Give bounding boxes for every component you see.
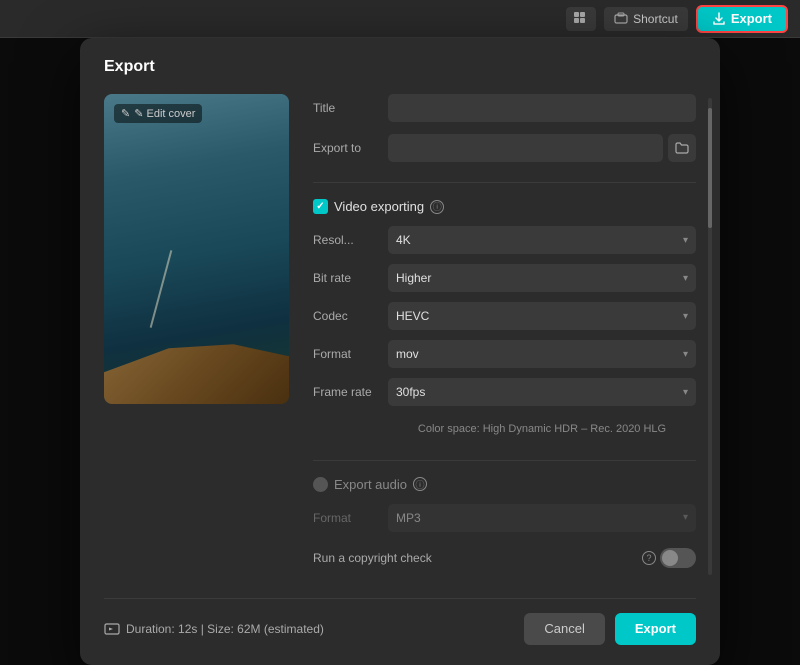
- audio-info-icon[interactable]: ⓘ: [413, 477, 427, 491]
- framerate-label: Frame rate: [313, 385, 388, 399]
- audio-format-label: Format: [313, 511, 388, 525]
- codec-label: Codec: [313, 309, 388, 323]
- dialog-body: ✎ ✎ Edit cover Title Export to: [104, 94, 696, 577]
- scroll-thumb[interactable]: [708, 108, 712, 228]
- format-select[interactable]: mov ▾: [388, 340, 696, 368]
- copyright-toggle-thumb: [662, 550, 678, 566]
- format-label: Format: [313, 347, 388, 361]
- bitrate-chevron: ▾: [683, 273, 688, 284]
- duration-info: Duration: 12s | Size: 62M (estimated): [104, 622, 324, 636]
- topbar: Shortcut Export: [0, 0, 800, 38]
- footer-buttons: Cancel Export: [524, 613, 696, 645]
- cover-section: ✎ ✎ Edit cover: [104, 94, 289, 577]
- copyright-toggle-area: ?: [642, 548, 696, 568]
- video-export-checkbox[interactable]: [313, 199, 328, 214]
- fishing-line: [149, 250, 172, 328]
- framerate-select[interactable]: 30fps ▾: [388, 378, 696, 406]
- shortcut-button[interactable]: Shortcut: [604, 7, 688, 31]
- edit-cover-label: ✎ Edit cover: [134, 107, 195, 120]
- divider-1: [313, 182, 696, 183]
- copyright-label: Run a copyright check: [313, 551, 642, 565]
- framerate-row: Frame rate 30fps ▾: [313, 378, 696, 406]
- framerate-value: 30fps: [396, 385, 425, 399]
- bitrate-label: Bit rate: [313, 271, 388, 285]
- codec-row: Codec HEVC ▾: [313, 302, 696, 330]
- export-path-input[interactable]: [388, 134, 663, 162]
- title-label: Title: [313, 101, 388, 115]
- boat: [104, 324, 289, 404]
- codec-value: HEVC: [396, 309, 429, 323]
- folder-browse-button[interactable]: [668, 134, 696, 162]
- format-chevron: ▾: [683, 349, 688, 360]
- copyright-toggle[interactable]: [660, 548, 696, 568]
- grid-button[interactable]: [566, 7, 596, 31]
- audio-format-row: Format MP3 ▾: [313, 504, 696, 532]
- resolution-chevron: ▾: [683, 235, 688, 246]
- dialog-overlay: Export ✎ ✎ Edit cover: [0, 38, 800, 665]
- cover-preview: ✎ ✎ Edit cover: [104, 94, 289, 404]
- topbar-export-label: Export: [731, 11, 772, 26]
- form-section: Title Export to: [313, 94, 696, 577]
- framerate-chevron: ▾: [683, 387, 688, 398]
- audio-section-title: Export audio: [334, 477, 407, 492]
- export-to-row: Export to: [313, 134, 696, 162]
- export-to-field: [388, 134, 696, 162]
- export-to-label: Export to: [313, 141, 388, 155]
- codec-select[interactable]: HEVC ▾: [388, 302, 696, 330]
- edit-cover-icon: ✎: [121, 107, 130, 120]
- bitrate-value: Higher: [396, 271, 431, 285]
- export-button[interactable]: Export: [615, 613, 696, 645]
- title-row: Title: [313, 94, 696, 122]
- dialog-title: Export: [104, 58, 696, 76]
- resolution-select[interactable]: 4K ▾: [388, 226, 696, 254]
- copyright-info-icon[interactable]: ?: [642, 551, 656, 565]
- bitrate-select[interactable]: Higher ▾: [388, 264, 696, 292]
- video-info-icon[interactable]: ⓘ: [430, 200, 444, 214]
- dialog-footer: Duration: 12s | Size: 62M (estimated) Ca…: [104, 598, 696, 645]
- format-row: Format mov ▾: [313, 340, 696, 368]
- format-value: mov: [396, 347, 419, 361]
- cancel-button[interactable]: Cancel: [524, 613, 604, 645]
- edit-cover-button[interactable]: ✎ ✎ Edit cover: [114, 104, 202, 123]
- codec-chevron: ▾: [683, 311, 688, 322]
- audio-export-toggle[interactable]: [313, 477, 328, 492]
- shortcut-label: Shortcut: [633, 12, 678, 26]
- divider-2: [313, 460, 696, 461]
- bitrate-row: Bit rate Higher ▾: [313, 264, 696, 292]
- audio-format-chevron: ▾: [683, 512, 688, 523]
- resolution-row: Resol... 4K ▾: [313, 226, 696, 254]
- audio-section-header: Export audio ⓘ: [313, 477, 696, 492]
- video-section-title: Video exporting: [334, 199, 424, 214]
- topbar-export-button[interactable]: Export: [696, 5, 788, 33]
- scroll-track: [708, 98, 712, 574]
- audio-format-select[interactable]: MP3 ▾: [388, 504, 696, 532]
- resolution-label: Resol...: [313, 233, 388, 247]
- ocean-background: [104, 94, 289, 404]
- duration-text: Duration: 12s | Size: 62M (estimated): [126, 622, 324, 636]
- video-section-header: Video exporting ⓘ: [313, 199, 696, 214]
- title-input[interactable]: [388, 94, 696, 122]
- color-space-note: Color space: High Dynamic HDR – Rec. 202…: [388, 422, 696, 437]
- export-dialog: Export ✎ ✎ Edit cover: [80, 38, 720, 664]
- resolution-value: 4K: [396, 233, 411, 247]
- copyright-row: Run a copyright check ?: [313, 548, 696, 568]
- audio-format-value: MP3: [396, 511, 421, 525]
